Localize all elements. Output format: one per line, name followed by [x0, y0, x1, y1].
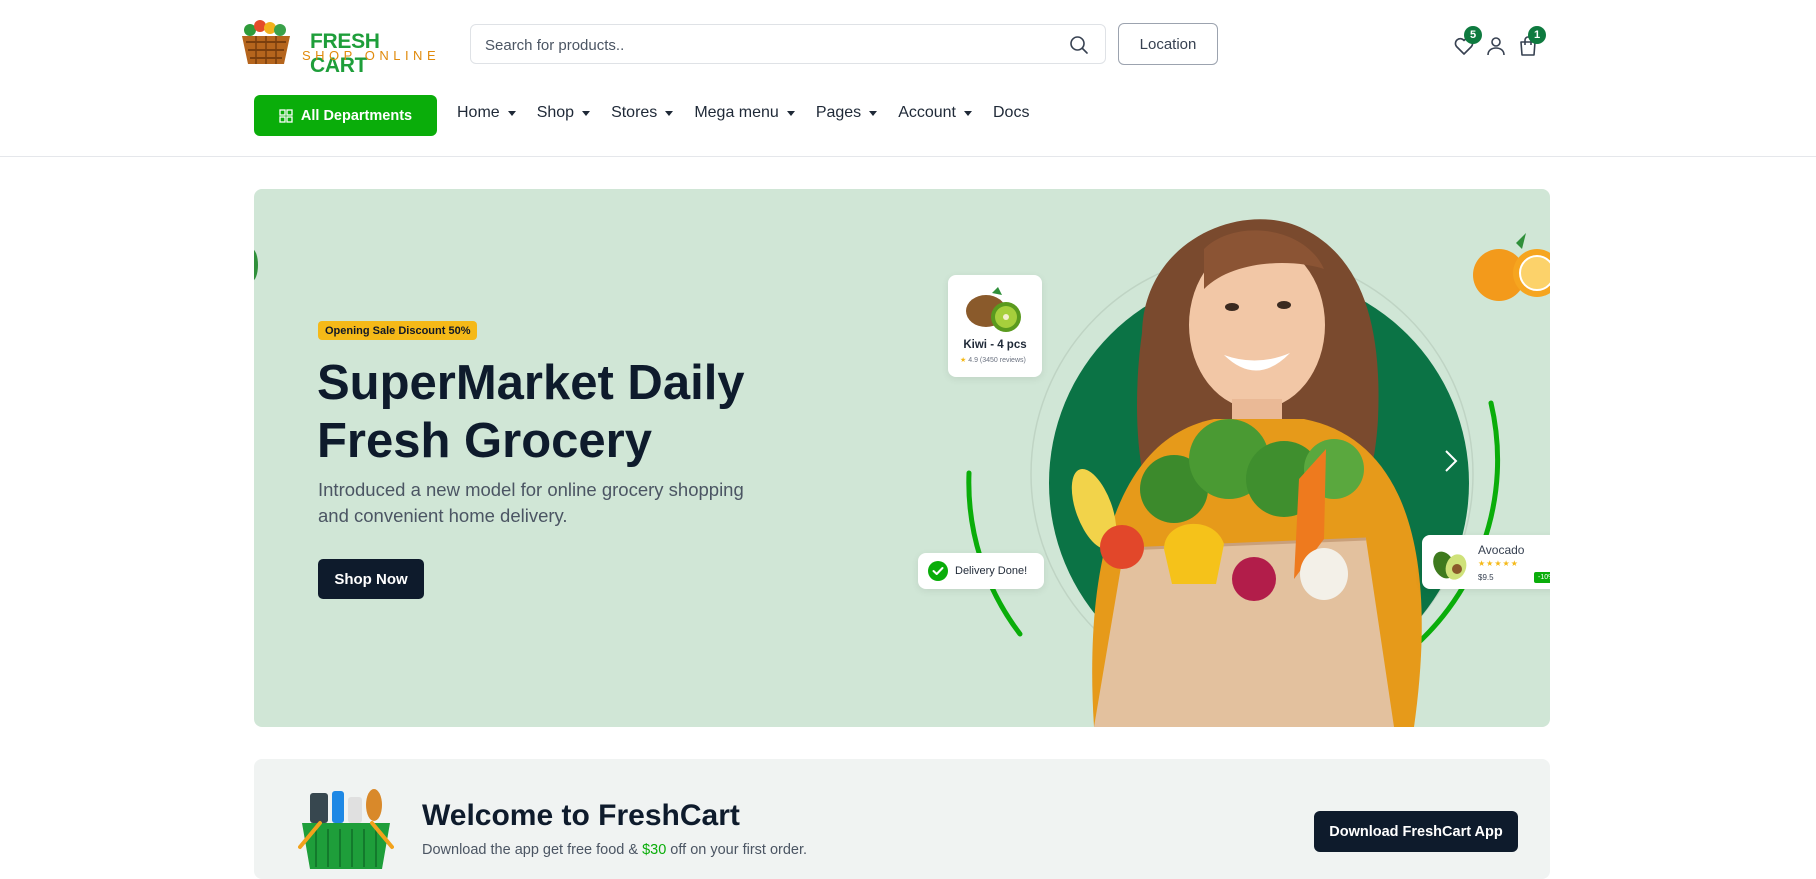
grid-icon — [279, 108, 293, 123]
welcome-subtitle-text: off on your first order. — [666, 842, 808, 858]
kiwi-icon — [966, 287, 1021, 332]
sale-badge: Opening Sale Discount 50% — [318, 321, 478, 340]
search-icon[interactable] — [1069, 35, 1089, 55]
kiwi-product-name: Kiwi - 4 pcs — [963, 339, 1027, 351]
main-nav: Home Shop Stores Mega menu Pages Account… — [457, 104, 1050, 122]
kiwi-rating: ★ 4.9 (3450 reviews) — [960, 357, 1026, 364]
cart-count-badge: 1 — [1528, 26, 1546, 44]
all-departments-button[interactable]: All Departments — [254, 95, 437, 136]
welcome-subtitle-text: Download the app get free food & — [422, 842, 643, 858]
all-departments-label: All Departments — [300, 107, 413, 124]
user-icon[interactable] — [1484, 34, 1508, 58]
welcome-subtitle-amount: $30 — [642, 842, 667, 858]
logo-subtitle: SHOP ONLINE — [302, 48, 441, 63]
avocado-price: $9.5 — [1478, 573, 1494, 582]
nav-item-label: Docs — [993, 104, 1030, 121]
basket-logo-icon — [242, 20, 290, 64]
nav-item-docs[interactable]: Docs — [993, 104, 1029, 122]
hero-title: SuperMarket Daily Fresh Grocery — [317, 356, 745, 468]
avocado-discount-tag: -10% — [1534, 572, 1550, 583]
delivery-status-card: Delivery Done! — [918, 553, 1044, 589]
site-header: FRESH CART SHOP ONLINE Location 5 1 All … — [0, 0, 1816, 157]
nav-item-home[interactable]: Home — [457, 104, 516, 122]
location-button[interactable]: Location — [1118, 23, 1218, 65]
freshcart-logo[interactable]: FRESH CART SHOP ONLINE — [236, 14, 441, 77]
welcome-banner: Welcome to FreshCart Download the app ge… — [254, 759, 1550, 879]
avocado-name: Avocado — [1478, 543, 1525, 557]
nav-item-mega-menu[interactable]: Mega menu — [694, 104, 795, 122]
nav-item-label: Shop — [536, 104, 575, 121]
shop-now-button[interactable]: Shop Now — [318, 559, 424, 599]
chevron-down-icon — [964, 110, 972, 116]
chevron-down-icon — [582, 110, 591, 116]
hero-banner: Opening Sale Discount 50% SuperMarket Da… — [254, 189, 1550, 727]
wishlist-count-badge: 5 — [1464, 26, 1482, 44]
kiwi-rating-value: 4.9 — [968, 357, 978, 364]
avocado-product-card: Avocado ★★★★★ $9.5 -10% — [1422, 535, 1550, 589]
avocado-stars: ★★★★★ — [1478, 559, 1519, 568]
check-circle-icon — [928, 561, 948, 581]
download-app-button[interactable]: Download FreshCart App — [1314, 811, 1518, 852]
search-input[interactable] — [485, 34, 1045, 56]
search-bar — [470, 24, 1106, 64]
kiwi-product-card: Kiwi - 4 pcs ★ 4.9 (3450 reviews) — [948, 275, 1042, 377]
avocado-icon — [1433, 551, 1467, 580]
nav-item-label: Pages — [815, 104, 862, 121]
chevron-down-icon — [786, 110, 795, 116]
grocery-basket-icon — [298, 789, 394, 869]
delivery-label: Delivery Done! — [955, 565, 1028, 577]
kiwi-review-count: (3450 reviews) — [979, 357, 1026, 364]
welcome-title: Welcome to FreshCart — [422, 799, 740, 832]
nav-item-pages[interactable]: Pages — [815, 104, 878, 122]
nav-item-label: Home — [457, 104, 500, 121]
nav-item-stores[interactable]: Stores — [611, 104, 674, 122]
chevron-down-icon — [507, 110, 516, 116]
chevron-down-icon — [869, 110, 878, 116]
nav-item-label: Account — [898, 104, 956, 121]
chevron-down-icon — [665, 110, 674, 116]
nav-item-shop[interactable]: Shop — [536, 104, 591, 122]
nav-item-label: Mega menu — [694, 104, 779, 121]
welcome-subtitle: Download the app get free food & $30 off… — [422, 842, 807, 858]
nav-item-label: Stores — [611, 104, 658, 121]
nav-item-account[interactable]: Account — [898, 104, 972, 122]
hero-subtitle: Introduced a new model for online grocer… — [318, 479, 744, 526]
